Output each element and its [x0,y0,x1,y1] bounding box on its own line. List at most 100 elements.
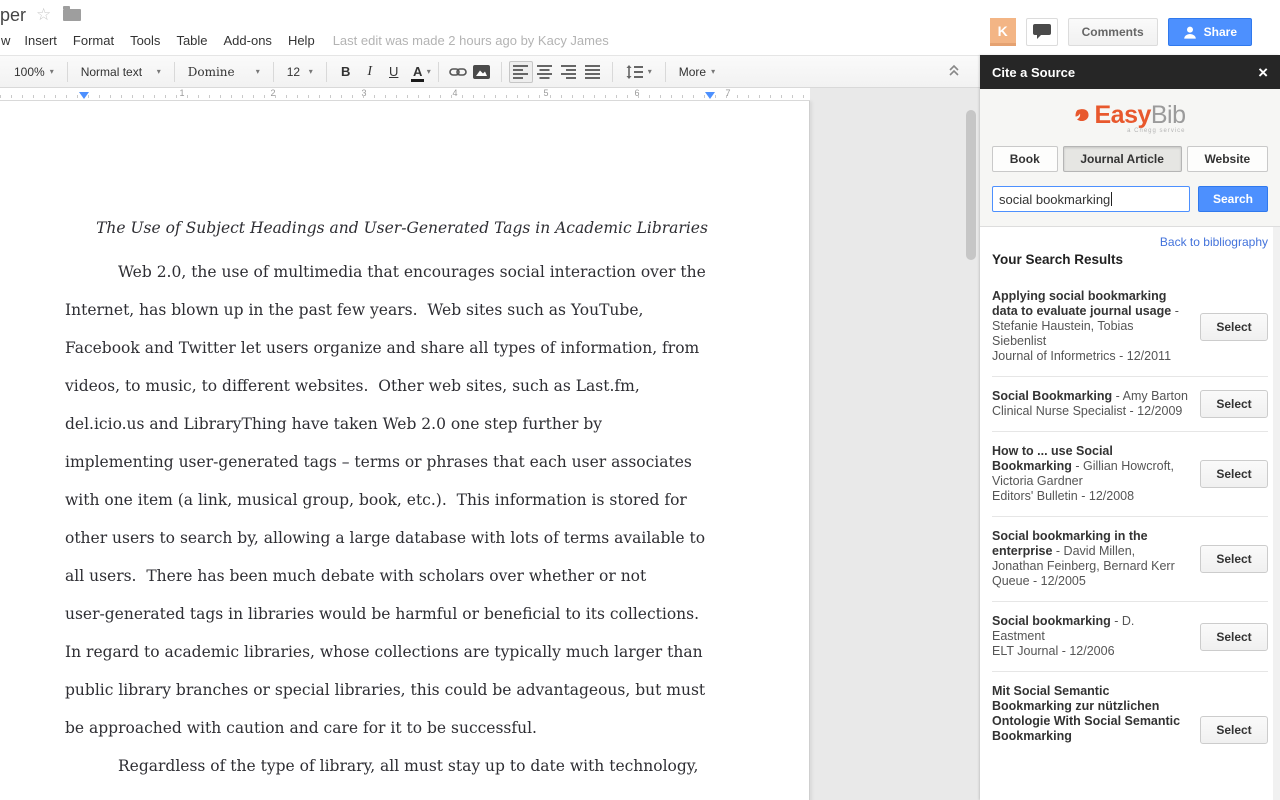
document-line[interactable]: videos, to music, to different websites.… [65,367,739,405]
result-citation: Social Bookmarking - Amy Barton Clinical… [992,389,1190,419]
align-center-button[interactable] [533,61,557,83]
search-button[interactable]: Search [1198,186,1268,212]
search-results-panel: Back to bibliography Your Search Results… [980,226,1280,800]
font-select[interactable]: Domine▾ [182,62,266,82]
person-icon [1183,26,1197,39]
document-scrollbar-thumb[interactable] [966,110,976,260]
document-line[interactable]: be approached with caution and care for … [65,709,739,747]
bold-button[interactable]: B [334,61,358,83]
document-heading[interactable]: The Use of Subject Headings and User-Gen… [65,213,739,243]
align-justify-button[interactable] [581,61,605,83]
menu-item-addons[interactable]: Add-ons [216,31,280,50]
select-button[interactable]: Select [1200,623,1268,651]
document-line[interactable]: public library branches or special libra… [65,671,739,709]
zoom-select[interactable]: 100%▾ [8,62,60,82]
document-body: The Use of Subject Headings and User-Gen… [0,101,809,785]
indent-marker-right[interactable] [705,92,715,99]
title-row: per ☆ [0,3,81,27]
align-right-button[interactable] [557,61,581,83]
result-citation: Social bookmarking in the enterprise - D… [992,529,1190,589]
align-left-button[interactable] [509,61,533,83]
toolbar-divider [273,62,274,82]
sidebar-title: Cite a Source [992,65,1075,80]
result-journal-date: Queue - 12/2005 [992,574,1190,589]
double-chevron-up-icon [948,64,960,77]
cite-source-sidebar: Cite a Source × EasyBib a Chegg service … [980,55,1280,800]
comments-button[interactable]: Comments [1068,18,1158,46]
document-canvas: The Use of Subject Headings and User-Gen… [0,88,980,800]
chevron-down-icon[interactable]: ▾ [427,67,431,76]
sidebar-scrollbar[interactable] [1273,227,1280,800]
document-line[interactable]: Internet, has blown up in the past few y… [65,291,739,329]
document-line[interactable]: Facebook and Twitter let users organize … [65,329,739,367]
document-line[interactable]: all users. There has been much debate wi… [65,557,739,595]
document-line[interactable]: user-generated tags in libraries would b… [65,595,739,633]
document-line[interactable]: In regard to academic libraries, whose c… [65,633,739,671]
select-button[interactable]: Select [1200,390,1268,418]
avatar[interactable]: K [990,18,1016,46]
menu-item-format[interactable]: Format [65,31,122,50]
document-line[interactable]: with one item (a link, musical group, bo… [65,481,739,519]
menu-item-table[interactable]: Table [168,31,215,50]
document-line[interactable]: implementing user-generated tags – terms… [65,443,739,481]
tab-website[interactable]: Website [1187,146,1268,172]
document-line[interactable]: Web 2.0, the use of multimedia that enco… [65,253,739,291]
result-item: Mit Social Semantic Bookmarking zur nütz… [992,672,1268,756]
search-input[interactable]: social bookmarking [992,186,1190,212]
chevron-down-icon: ▾ [157,67,161,76]
document-title[interactable]: per [0,5,26,26]
star-icon[interactable]: ☆ [36,5,51,25]
chevron-down-icon: ▾ [648,67,652,76]
underline-button[interactable]: U [382,61,406,83]
indent-marker-left[interactable] [79,92,89,99]
tab-book[interactable]: Book [992,146,1058,172]
paragraph-style-select[interactable]: Normal text▾ [75,62,167,82]
zoom-value: 100% [14,65,45,79]
font-size-value: 12 [287,65,300,79]
share-button-label: Share [1204,25,1237,39]
insert-image-button[interactable] [470,61,494,83]
menu-item-insert[interactable]: Insert [16,31,65,50]
back-to-bibliography-link[interactable]: Back to bibliography [992,235,1268,249]
font-size-select[interactable]: 12▾ [281,62,319,82]
italic-button[interactable]: I [358,61,382,83]
document-line[interactable]: other users to search by, allowing a lar… [65,519,739,557]
menu-item-tools[interactable]: Tools [122,31,168,50]
collapse-toolbar-button[interactable] [948,64,960,77]
result-journal-date: Editors' Bulletin - 12/2008 [992,489,1190,504]
last-edit-status[interactable]: Last edit was made 2 hours ago by Kacy J… [333,33,609,48]
source-type-tabs: Book Journal Article Website [992,146,1268,172]
ruler[interactable]: 1 2 3 4 5 6 7 [0,88,810,101]
chevron-down-icon: ▾ [711,67,715,76]
close-icon[interactable]: × [1258,64,1268,81]
search-row: social bookmarking Search [992,186,1268,212]
align-justify-icon [585,65,601,79]
result-item: Social bookmarking - D. Eastment ELT Jou… [992,602,1268,672]
image-icon [473,65,490,79]
folder-icon[interactable] [63,9,81,21]
result-journal-date: ELT Journal - 12/2006 [992,644,1190,659]
document-line[interactable]: Regardless of the type of library, all m… [65,747,739,785]
text-cursor [1111,192,1112,206]
ruler-number: 5 [543,88,548,98]
insert-link-button[interactable] [446,61,470,83]
document-page[interactable]: The Use of Subject Headings and User-Gen… [0,101,810,800]
menu-item-help[interactable]: Help [280,31,323,50]
select-button[interactable]: Select [1200,545,1268,573]
select-button[interactable]: Select [1200,460,1268,488]
chat-button[interactable] [1026,18,1058,46]
results-list: Applying social bookmarking data to eval… [992,277,1268,756]
toolbar-divider [501,62,502,82]
select-button[interactable]: Select [1200,313,1268,341]
ruler-number: 6 [634,88,639,98]
share-button[interactable]: Share [1168,18,1252,46]
tab-journal-article[interactable]: Journal Article [1063,146,1182,172]
ruler-number: 4 [452,88,457,98]
menu-item-view-partial[interactable]: w [0,31,16,50]
more-button[interactable]: More▾ [673,62,721,82]
align-left-icon [513,65,529,79]
line-spacing-button[interactable]: ▾ [620,62,658,82]
document-line[interactable]: del.icio.us and LibraryThing have taken … [65,405,739,443]
select-button[interactable]: Select [1200,716,1268,744]
sidebar-header: Cite a Source × [980,55,1280,89]
